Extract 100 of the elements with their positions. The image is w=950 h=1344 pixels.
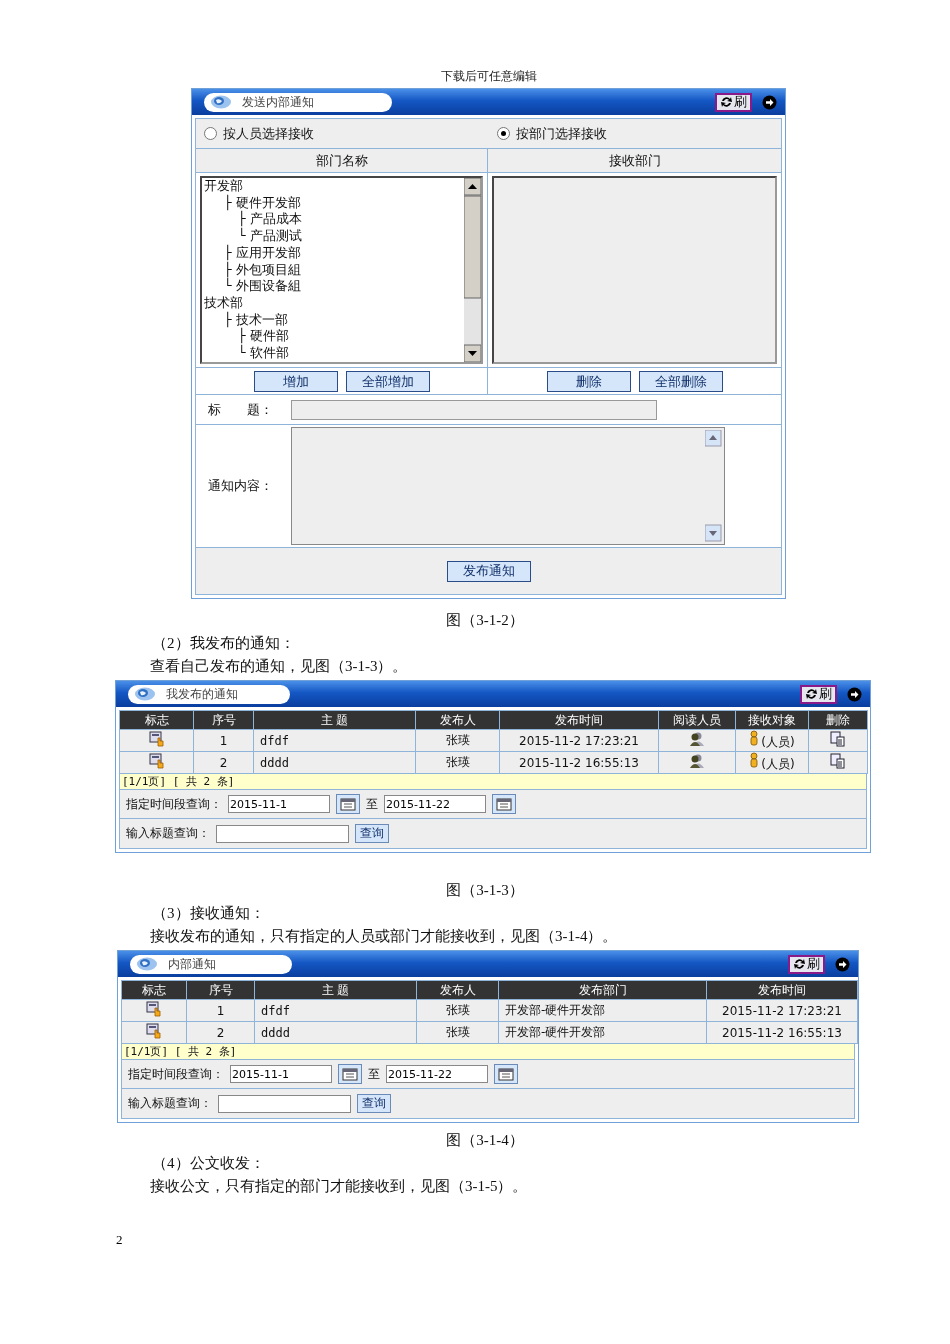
refresh-button[interactable]: 刷: [800, 684, 837, 704]
calendar-icon: [342, 1067, 358, 1081]
table-cell: dddd: [254, 1021, 417, 1044]
globe-icon: [136, 957, 158, 971]
column-header: 发布人: [415, 710, 500, 730]
column-header: 主 题: [254, 980, 417, 1000]
department-list[interactable]: 开发部 ├ 硬件开发部 ├ 产品成本 └ 产品测试 ├ 应用开发部 ├ 外包项目組 └ 外围设备組 技术部 ├ 技术一部 ├ 硬件部 └ 软件部: [200, 176, 483, 364]
date-field[interactable]: 2015-11-22: [386, 1065, 488, 1083]
date-range-label: 指定时间段查询：: [126, 795, 222, 813]
column-header: 接收对象: [735, 710, 809, 730]
table-cell: dddd: [253, 751, 416, 774]
globe-icon: [134, 687, 156, 701]
page-number: 2: [116, 1232, 123, 1248]
column-header: 阅读人员: [658, 710, 736, 730]
add-button[interactable]: 增加: [253, 371, 338, 392]
column-header: 删除: [808, 710, 868, 730]
column-header: 发布部门: [498, 980, 707, 1000]
tree-item[interactable]: 技术部: [204, 294, 464, 312]
radio-button[interactable]: [496, 127, 510, 140]
radio-button[interactable]: [204, 127, 217, 140]
refresh-icon: [805, 688, 818, 700]
table-cell: 2015-11-2 17:23:21: [706, 999, 858, 1022]
scrollbar[interactable]: [705, 430, 722, 542]
tree-item[interactable]: 开发部: [204, 178, 464, 195]
header-note: 下载后可任意编辑: [440, 68, 538, 84]
remove-button[interactable]: 删除: [546, 371, 631, 392]
panel-title: 发送内部通知: [242, 93, 314, 111]
pager-text: [1/1页] [ 共 2 条]: [121, 1044, 855, 1060]
date-field[interactable]: 2015-11-1: [230, 1065, 332, 1083]
field-label: 标 题：: [207, 400, 274, 419]
tree-item[interactable]: ├ 产品成本: [238, 211, 464, 229]
delete-icon[interactable]: [830, 753, 846, 769]
arrow-right-icon[interactable]: [762, 94, 777, 110]
calendar-icon: [496, 797, 512, 811]
radio-label[interactable]: 按部门选择接收: [515, 124, 607, 143]
tree-item[interactable]: ├ 外包项目組: [224, 261, 464, 279]
to-label: 至: [368, 1065, 380, 1083]
figure-caption: 图（3-1-4）: [445, 1131, 525, 1150]
table-cell: 开发部-硬件开发部: [498, 1021, 707, 1044]
scrollbar[interactable]: [464, 178, 481, 362]
section-heading: （3）接收通知：: [152, 904, 266, 923]
column-header: 发布时间: [706, 980, 858, 1000]
publish-button[interactable]: 发布通知: [446, 560, 531, 582]
refresh-button[interactable]: 刷: [788, 954, 825, 974]
refresh-icon: [793, 958, 806, 970]
field-label: 通知内容：: [207, 477, 274, 495]
tree-item[interactable]: ├ 硬件部: [238, 328, 464, 346]
column-header: 序号: [193, 710, 254, 730]
delete-icon[interactable]: [830, 731, 846, 747]
date-range-label: 指定时间段查询：: [128, 1065, 224, 1083]
table-cell: dfdf: [253, 729, 416, 752]
column-header: 序号: [186, 980, 255, 1000]
people-icon[interactable]: [689, 731, 705, 747]
document-pointer-icon[interactable]: [146, 1023, 162, 1039]
column-header: 标志: [119, 710, 194, 730]
date-field[interactable]: 2015-11-1: [228, 795, 330, 813]
refresh-button[interactable]: 刷: [715, 92, 752, 112]
query-button[interactable]: 查询: [357, 1094, 391, 1113]
column-header: 部门名称: [196, 149, 488, 172]
column-header: 发布时间: [499, 710, 659, 730]
calendar-button[interactable]: [336, 794, 360, 814]
calendar-button[interactable]: [494, 1064, 518, 1084]
tree-item[interactable]: └ 外围设备組: [224, 278, 464, 295]
column-header: 接收部门: [488, 149, 781, 172]
body-text: 接收公文，只有指定的部门才能接收到，见图（3-1-5）。: [150, 1177, 529, 1196]
body-text: 查看自己发布的通知，见图（3-1-3）。: [150, 657, 409, 676]
figure-caption: 图（3-1-3）: [445, 881, 525, 900]
recipient-text: (人员): [761, 757, 795, 771]
section-heading: （2）我发布的通知：: [152, 634, 296, 653]
radio-label[interactable]: 按人员选择接收: [223, 124, 314, 143]
refresh-icon: [720, 96, 733, 108]
calendar-button[interactable]: [492, 794, 516, 814]
query-button[interactable]: 查询: [355, 824, 389, 843]
tree-item[interactable]: ├ 应用开发部: [224, 244, 464, 262]
remove-button[interactable]: 全部删除: [638, 371, 723, 392]
document-pointer-icon[interactable]: [146, 1001, 162, 1017]
to-label: 至: [366, 795, 378, 813]
column-header: 主 题: [253, 710, 416, 730]
table-cell: 开发部-硬件开发部: [498, 999, 707, 1022]
add-button[interactable]: 全部增加: [345, 371, 430, 392]
subject-field[interactable]: [291, 399, 657, 420]
pager-text: [1/1页] [ 共 2 条]: [119, 774, 867, 790]
column-header: 发布人: [416, 980, 499, 1000]
title-query-field[interactable]: [218, 1094, 351, 1113]
table-cell: 2015-11-2 17:23:21: [499, 729, 659, 752]
document-pointer-icon[interactable]: [148, 731, 165, 747]
calendar-button[interactable]: [338, 1064, 362, 1084]
table-cell: dfdf: [254, 999, 417, 1022]
content-field[interactable]: [291, 427, 725, 545]
arrow-right-icon[interactable]: [835, 956, 850, 972]
tree-item[interactable]: └ 软件部: [238, 345, 464, 362]
arrow-right-icon[interactable]: [847, 686, 862, 702]
globe-icon: [210, 95, 232, 109]
date-field[interactable]: 2015-11-22: [384, 795, 486, 813]
table-cell: 2015-11-2 16:55:13: [706, 1021, 858, 1044]
document-pointer-icon[interactable]: [148, 753, 165, 769]
people-icon[interactable]: [689, 753, 705, 769]
title-query-field[interactable]: [216, 824, 349, 843]
tree-item[interactable]: └ 产品测试: [238, 228, 464, 245]
figure-caption: 图（3-1-2）: [445, 611, 525, 630]
